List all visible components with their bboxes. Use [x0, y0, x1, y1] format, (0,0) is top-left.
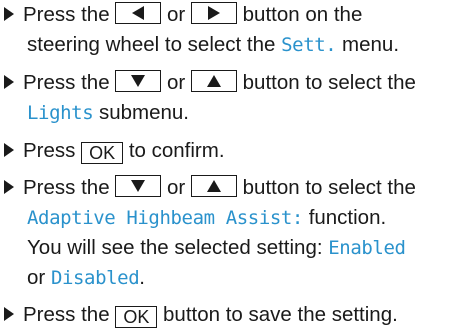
step-2-line-2: Lights submenu.	[4, 98, 459, 128]
step-2-line-1: Press the or button to select the	[4, 68, 459, 98]
bullet-arrow-icon	[4, 307, 14, 321]
step-4-line-1: Press the or button to select the	[4, 173, 459, 203]
step-text: button to select the	[242, 176, 416, 199]
step-text: or	[27, 266, 46, 289]
step-text: Press the	[23, 303, 110, 326]
right-arrow-key-icon	[190, 2, 237, 24]
up-arrow-key-icon	[190, 175, 237, 197]
step-5: Press the OK button to save the setting.	[4, 300, 459, 330]
step-text: You will see the selected setting:	[27, 236, 323, 259]
step-text: Press the	[23, 176, 110, 199]
step-1: Press the or button on the steering whee…	[4, 0, 459, 60]
step-4-line-2: Adaptive Highbeam Assist: function.	[4, 203, 459, 233]
step-3: Press OK to confirm.	[4, 136, 459, 166]
step-text: Press	[23, 139, 76, 162]
bullet-arrow-icon	[4, 180, 14, 194]
display-setting-enabled: Enabled	[328, 237, 406, 259]
step-text: button to save the setting.	[163, 303, 398, 326]
bullet-arrow-icon	[4, 75, 14, 89]
step-text: button on the	[242, 3, 363, 26]
down-arrow-key-icon	[115, 70, 162, 92]
step-1-line-2: steering wheel to select the Sett. menu.	[4, 30, 459, 60]
step-4: Press the or button to select the Adapti…	[4, 173, 459, 293]
step-text: steering wheel to select the	[27, 33, 276, 56]
step-text: submenu.	[98, 101, 189, 124]
step-text: Press the	[23, 71, 110, 94]
ok-key: OK	[81, 142, 124, 164]
down-arrow-key-icon	[115, 175, 162, 197]
step-text: or	[167, 176, 186, 199]
step-text: to confirm.	[128, 139, 225, 162]
up-arrow-key-icon	[190, 70, 237, 92]
step-3-line-1: Press OK to confirm.	[4, 136, 459, 166]
bullet-arrow-icon	[4, 143, 14, 157]
step-text: or	[167, 71, 186, 94]
display-submenu-lights: Lights	[27, 102, 94, 124]
ok-key: OK	[115, 306, 158, 328]
display-function-adaptive-highbeam-assist: Adaptive Highbeam Assist:	[27, 207, 303, 229]
step-text: function.	[308, 206, 387, 229]
step-5-line-1: Press the OK button to save the setting.	[4, 300, 459, 330]
display-menu-sett: Sett.	[281, 34, 337, 56]
bullet-arrow-icon	[4, 7, 14, 21]
step-2: Press the or button to select the Lights…	[4, 68, 459, 128]
left-arrow-key-icon	[115, 2, 162, 24]
display-setting-disabled: Disabled	[50, 267, 140, 289]
step-4-line-4: or Disabled.	[4, 263, 459, 293]
step-text: button to select the	[242, 71, 416, 94]
instruction-document: Press the or button on the steering whee…	[0, 0, 465, 330]
step-text: .	[139, 266, 145, 289]
step-1-line-1: Press the or button on the	[4, 0, 459, 30]
step-text: Press the	[23, 3, 110, 26]
step-4-line-3: You will see the selected setting: Enabl…	[4, 233, 459, 263]
step-text: or	[167, 3, 186, 26]
step-text: menu.	[342, 33, 400, 56]
